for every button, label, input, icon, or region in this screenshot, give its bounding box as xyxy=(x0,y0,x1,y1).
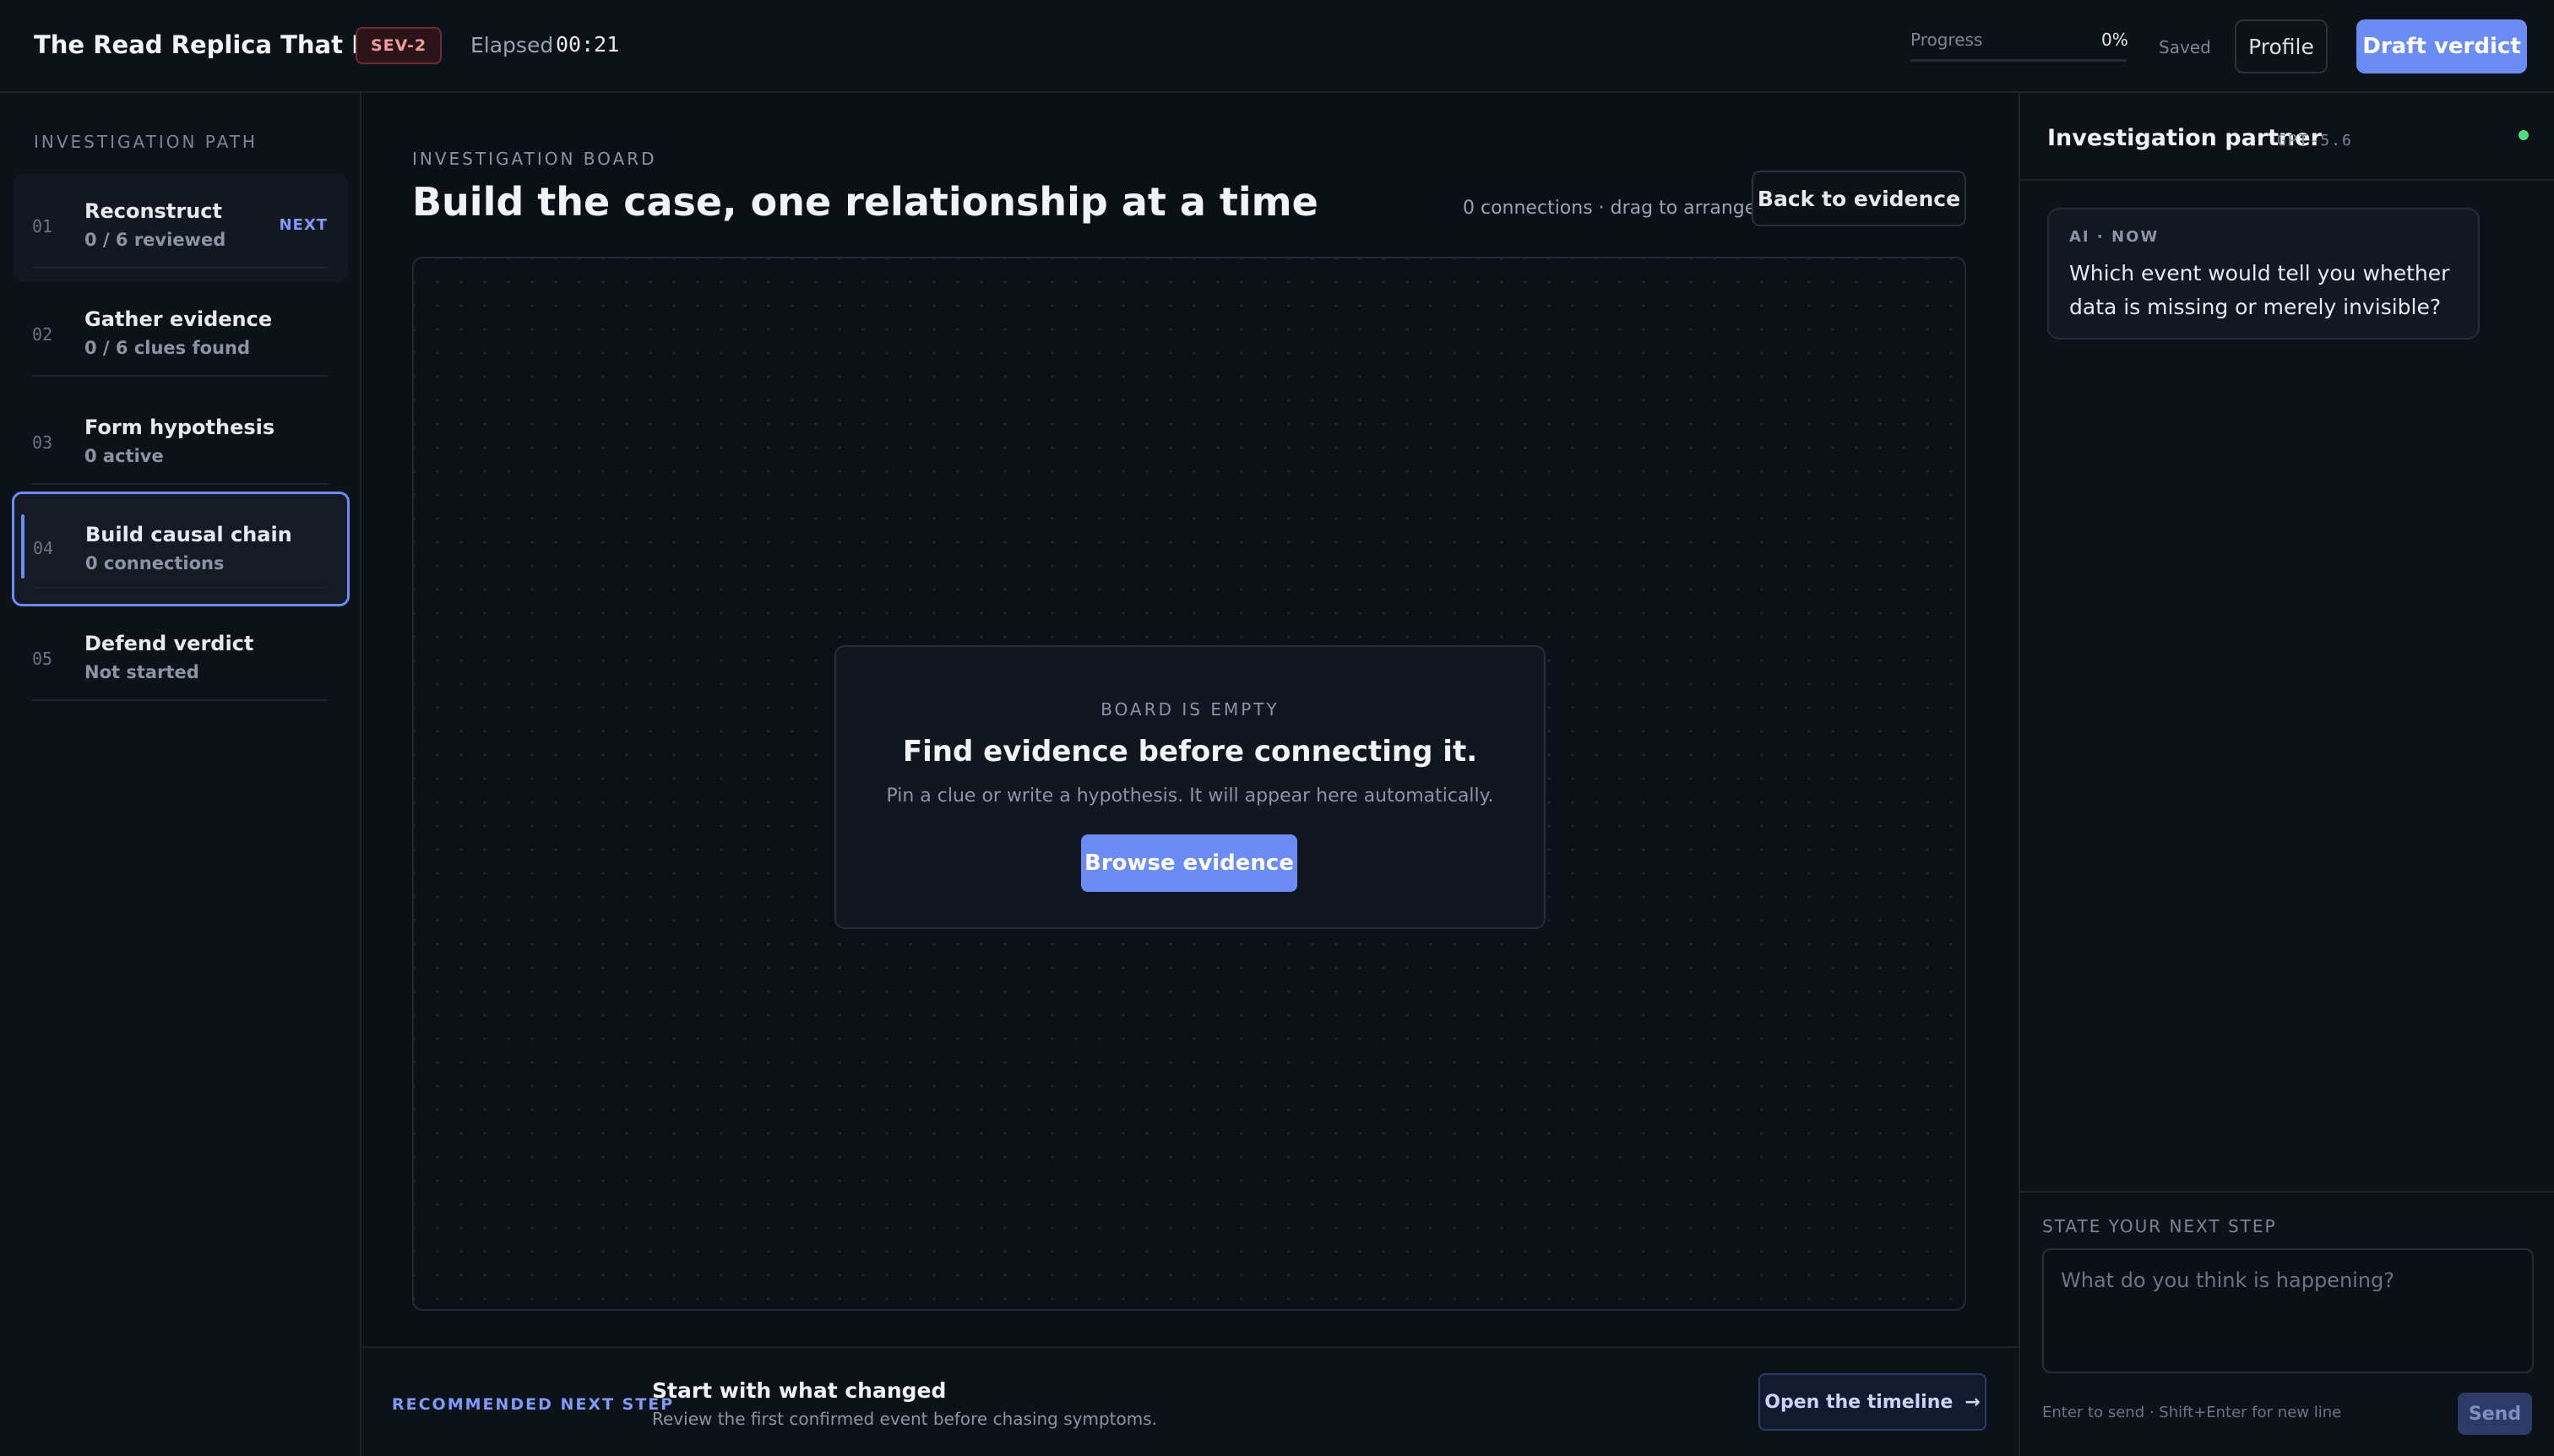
open-timeline-button[interactable]: Open the timeline → xyxy=(1758,1373,1986,1431)
empty-state-subtitle: Pin a clue or write a hypothesis. It wil… xyxy=(886,785,1494,807)
back-to-evidence-button[interactable]: Back to evidence xyxy=(1752,171,1966,226)
active-step-indicator xyxy=(21,514,24,579)
arrow-right-icon: → xyxy=(1964,1391,1981,1413)
empty-state-eyebrow: BOARD IS EMPTY xyxy=(1100,699,1280,720)
investigation-partner-panel: Investigation partner GPT-5.6 AI · NOW W… xyxy=(2019,93,2554,1456)
step-label: Gather evidence xyxy=(84,307,273,331)
step-label: Defend verdict xyxy=(84,632,254,655)
recommendation-title: Start with what changed xyxy=(652,1378,947,1403)
investigation-board-view: INVESTIGATION BOARD Build the case, one … xyxy=(361,93,2019,1346)
ai-message: AI · NOW Which event would tell you whet… xyxy=(2047,208,2480,340)
saved-status: Saved xyxy=(2159,37,2211,57)
composer-label: STATE YOUR NEXT STEP xyxy=(2042,1216,2277,1236)
composer-divider xyxy=(2020,1191,2554,1193)
next-badge: NEXT xyxy=(279,216,328,234)
elapsed-timer: 00:21 xyxy=(556,32,620,57)
board-eyebrow: INVESTIGATION BOARD xyxy=(412,149,657,169)
step-status: 0 / 6 reviewed xyxy=(84,230,226,250)
progress-value: 0% xyxy=(2101,30,2128,50)
composer-hint: Enter to send · Shift+Enter for new line xyxy=(2042,1404,2342,1421)
investigation-path-sidebar: INVESTIGATION PATH 01 Reconstruct 0 / 6 … xyxy=(0,93,361,1456)
recommendation-subtitle: Review the first confirmed event before … xyxy=(652,1409,1157,1429)
step-status: 0 connections xyxy=(85,553,225,573)
step-label: Reconstruct xyxy=(84,199,222,223)
progress-bar xyxy=(1910,59,2127,62)
step-number: 02 xyxy=(32,324,53,345)
page-title: Build the case, one relationship at a ti… xyxy=(412,179,1318,225)
sidebar-step-defend-verdict[interactable]: 05 Defend verdict Not started xyxy=(14,606,348,714)
online-status-dot xyxy=(2519,130,2529,140)
step-divider xyxy=(32,375,328,377)
next-step-input[interactable] xyxy=(2042,1248,2534,1373)
sidebar-step-form-hypothesis[interactable]: 03 Form hypothesis 0 active xyxy=(14,390,348,498)
progress-label: Progress xyxy=(1910,30,1983,50)
sidebar-title: INVESTIGATION PATH xyxy=(34,132,258,152)
empty-state-title: Find evidence before connecting it. xyxy=(902,735,1478,769)
message-meta: AI · NOW xyxy=(2069,228,2160,246)
investigation-board-canvas[interactable]: BOARD IS EMPTY Find evidence before conn… xyxy=(412,257,1966,1311)
connections-status: 0 connections · drag to arrange xyxy=(1463,198,1757,219)
step-number: 01 xyxy=(32,216,53,236)
incident-title: The Read Replica That Lied xyxy=(34,30,410,59)
open-timeline-label: Open the timeline xyxy=(1764,1391,1954,1413)
sidebar-step-gather-evidence[interactable]: 02 Gather evidence 0 / 6 clues found xyxy=(14,282,348,390)
empty-board-card: BOARD IS EMPTY Find evidence before conn… xyxy=(834,645,1546,929)
step-divider xyxy=(32,483,328,485)
send-button[interactable]: Send xyxy=(2458,1393,2532,1435)
recommended-next-step-bar: RECOMMENDED NEXT STEP Start with what ch… xyxy=(361,1346,2019,1456)
step-status: Not started xyxy=(84,662,199,682)
severity-badge: SEV-2 xyxy=(356,27,443,64)
step-status: 0 active xyxy=(84,446,164,466)
draft-verdict-button[interactable]: Draft verdict xyxy=(2356,19,2527,73)
step-divider xyxy=(32,699,328,701)
recommendation-eyebrow: RECOMMENDED NEXT STEP xyxy=(392,1395,675,1414)
profile-button[interactable]: Profile xyxy=(2235,19,2328,73)
step-status: 0 / 6 clues found xyxy=(84,338,250,358)
browse-evidence-button[interactable]: Browse evidence xyxy=(1081,834,1297,892)
step-number: 04 xyxy=(33,538,54,558)
model-badge: GPT-5.6 xyxy=(2277,132,2353,149)
step-label: Build causal chain xyxy=(85,523,292,546)
step-number: 03 xyxy=(32,432,53,453)
step-divider xyxy=(32,267,328,269)
sidebar-step-reconstruct[interactable]: 01 Reconstruct 0 / 6 reviewed NEXT xyxy=(14,174,348,282)
top-bar: The Read Replica That Lied SEV-2 Elapsed… xyxy=(0,0,2554,93)
partner-header: Investigation partner GPT-5.6 xyxy=(2020,93,2554,181)
step-label: Form hypothesis xyxy=(84,416,275,439)
message-text: Which event would tell you whether data … xyxy=(2069,261,2450,319)
step-number: 05 xyxy=(32,649,53,669)
step-divider xyxy=(33,587,327,589)
sidebar-step-build-causal-chain[interactable]: 04 Build causal chain 0 connections xyxy=(12,492,350,606)
elapsed-label: Elapsed xyxy=(470,33,554,57)
